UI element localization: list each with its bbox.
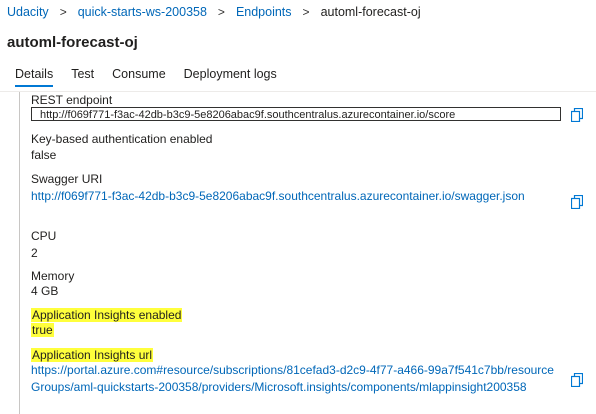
copy-icon (571, 108, 583, 122)
breadcrumb-separator: > (217, 5, 225, 19)
copy-icon (571, 195, 583, 209)
breadcrumb-current: automl-forecast-oj (320, 5, 421, 19)
endpoint-details-page: Udacity > quick-starts-ws-200358 > Endpo… (0, 0, 596, 414)
breadcrumb-separator: > (302, 5, 310, 19)
swagger-uri-link[interactable]: http://f069f771-f3ac-42db-b3c9-5e8206aba… (31, 188, 559, 205)
highlight-marker: Application Insights url (31, 348, 154, 362)
app-insights-url-label: Application Insights url (31, 348, 154, 362)
breadcrumb-separator: > (59, 5, 67, 19)
tab-consume[interactable]: Consume (112, 67, 166, 87)
swagger-uri-label: Swagger URI (31, 172, 103, 186)
breadcrumb-workspace-root[interactable]: Udacity (7, 5, 49, 19)
app-insights-url-link[interactable]: https://portal.azure.com#resource/subscr… (31, 362, 559, 396)
tab-deployment-logs[interactable]: Deployment logs (184, 67, 277, 87)
app-insights-enabled-value: true (31, 323, 54, 337)
rest-endpoint-field[interactable]: http://f069f771-f3ac-42db-b3c9-5e8206aba… (31, 107, 561, 121)
key-auth-value: false (31, 148, 57, 162)
breadcrumb-workspace[interactable]: quick-starts-ws-200358 (78, 5, 207, 19)
highlight-marker: true (31, 323, 54, 337)
tab-test[interactable]: Test (71, 67, 94, 87)
tab-details[interactable]: Details (15, 67, 54, 87)
cpu-label: CPU (31, 229, 57, 243)
cpu-value: 2 (31, 246, 38, 260)
rest-endpoint-label: REST endpoint (31, 93, 113, 107)
details-panel[interactable]: REST endpoint http://f069f771-f3ac-42db-… (19, 92, 596, 414)
copy-rest-endpoint-button[interactable] (571, 108, 583, 122)
memory-value: 4 GB (31, 284, 59, 298)
app-insights-enabled-label: Application Insights enabled (31, 308, 183, 322)
copy-swagger-uri-button[interactable] (571, 195, 583, 209)
page-title: automl-forecast-oj (7, 34, 138, 51)
highlight-marker: Application Insights enabled (31, 308, 183, 322)
copy-app-insights-url-button[interactable] (571, 373, 583, 387)
breadcrumb: Udacity > quick-starts-ws-200358 > Endpo… (7, 3, 421, 21)
memory-label: Memory (31, 269, 75, 283)
tab-bar: Details Test Consume Deployment logs (15, 67, 295, 87)
key-auth-label: Key-based authentication enabled (31, 132, 213, 146)
copy-icon (571, 373, 583, 387)
breadcrumb-endpoints[interactable]: Endpoints (236, 5, 292, 19)
